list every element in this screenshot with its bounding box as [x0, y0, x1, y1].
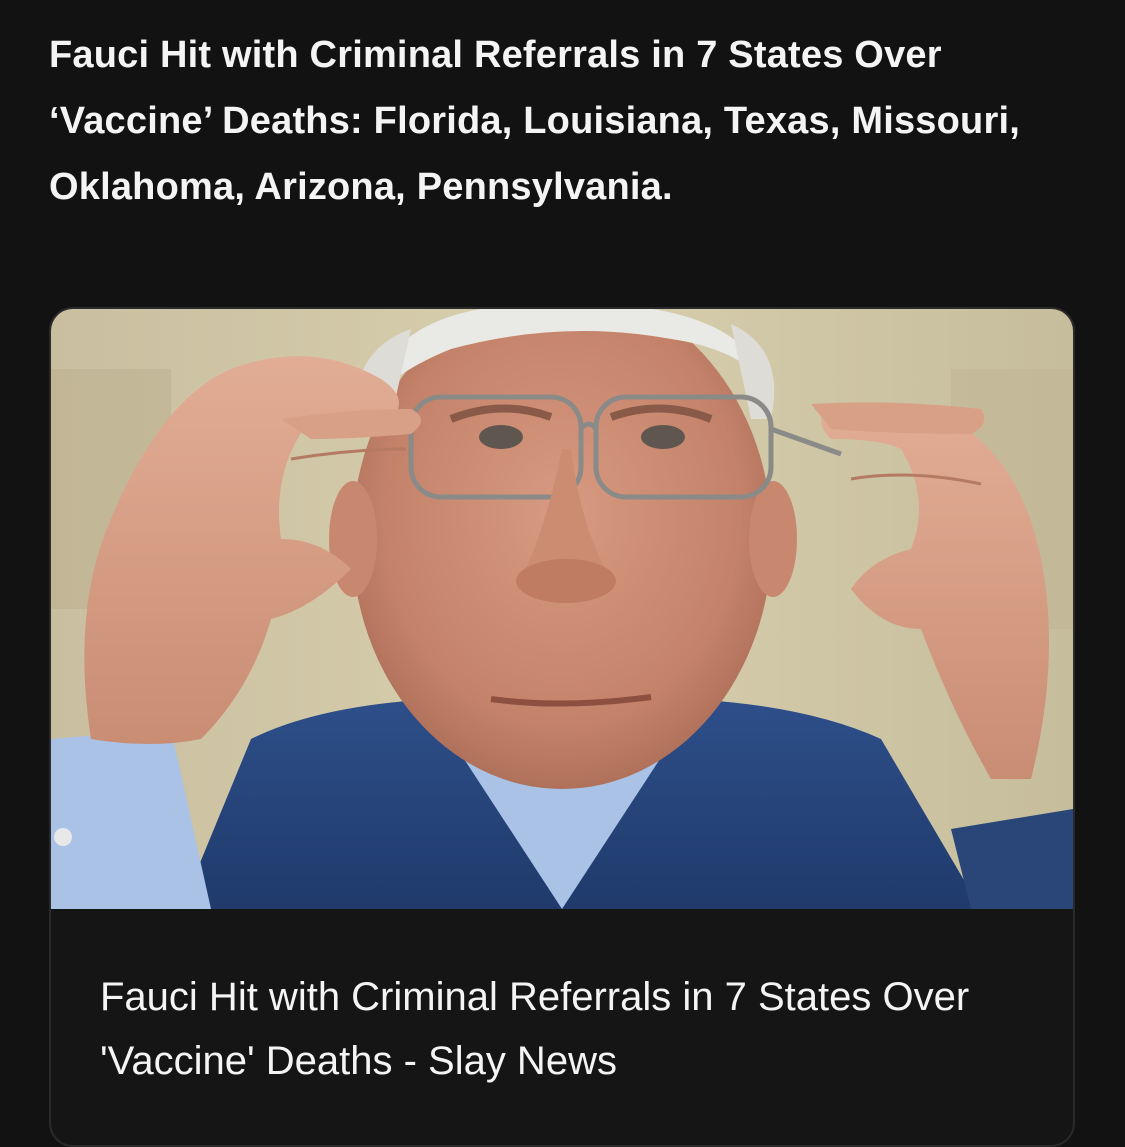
- link-preview-title[interactable]: Fauci Hit with Criminal Referrals in 7 S…: [100, 965, 1030, 1093]
- link-preview-image[interactable]: [51, 309, 1073, 909]
- link-preview-card[interactable]: Fauci Hit with Criminal Referrals in 7 S…: [49, 307, 1075, 1147]
- post-text: Fauci Hit with Criminal Referrals in 7 S…: [49, 34, 1020, 208]
